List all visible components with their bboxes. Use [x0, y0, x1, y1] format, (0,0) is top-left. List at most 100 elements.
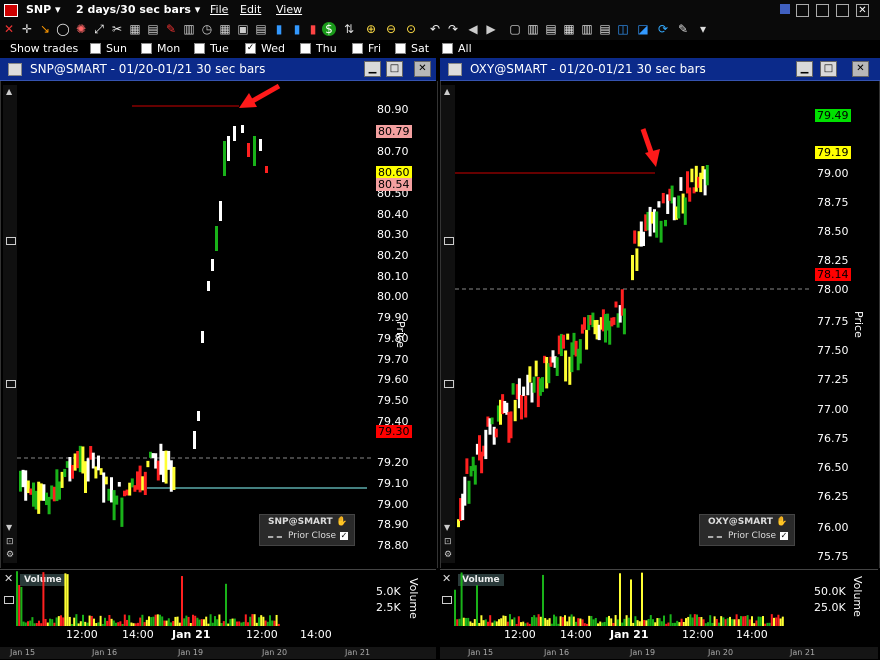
volume-bar: [495, 621, 498, 626]
settings-icon[interactable]: ✺: [74, 22, 88, 36]
volume-collapse-icon[interactable]: [4, 596, 14, 604]
oxy-navigation-strip[interactable]: Jan 15 Jan 16 Jan 19 Jan 20 Jan 21: [440, 647, 878, 659]
zoom-in-icon[interactable]: ⊕: [364, 22, 378, 36]
link-icon[interactable]: ◪: [636, 22, 650, 36]
zoom-out-icon[interactable]: ⊖: [384, 22, 398, 36]
window-minimize-icon[interactable]: [816, 4, 829, 17]
scroll-handle-bottom[interactable]: [444, 380, 454, 388]
clock-icon[interactable]: ◷: [200, 22, 214, 36]
lock-icon[interactable]: ⊡: [444, 537, 452, 547]
print-icon[interactable]: ▤: [146, 22, 160, 36]
scroll-handle-bottom[interactable]: [6, 380, 16, 388]
snp-minimize-button[interactable]: ▁: [364, 61, 381, 77]
menu-file[interactable]: File: [210, 3, 228, 16]
bar-chart-icon[interactable]: ▮: [272, 22, 286, 36]
snp-pane-scrollbar[interactable]: ▲ ▼ ⊡ ⚙: [3, 85, 17, 563]
volume-bar: [123, 614, 126, 626]
forward-icon[interactable]: ▶: [484, 22, 498, 36]
prior-close-checkbox[interactable]: ✓: [340, 532, 348, 540]
wrench-icon[interactable]: ✎: [676, 22, 690, 36]
redo-icon[interactable]: ↷: [446, 22, 460, 36]
settings-small-icon[interactable]: ⚙: [6, 550, 14, 560]
window-lock-icon[interactable]: [780, 4, 790, 14]
indicator-icon[interactable]: ▮: [306, 22, 320, 36]
rows-icon[interactable]: ▤: [598, 22, 612, 36]
scissors-icon[interactable]: ✂: [110, 22, 124, 36]
window-maximize-icon[interactable]: [836, 4, 849, 17]
trendline-icon[interactable]: ⤢: [92, 22, 106, 36]
window-restore-icon[interactable]: [796, 4, 809, 17]
checkbox-tue[interactable]: [194, 43, 205, 54]
checkbox-thu[interactable]: [300, 43, 311, 54]
volume-bar: [194, 615, 197, 626]
checkbox-all[interactable]: [442, 43, 453, 54]
compare-icon[interactable]: ◫: [616, 22, 630, 36]
page-icon[interactable]: ▤: [544, 22, 558, 36]
legend-config-icon[interactable]: ✋: [336, 517, 347, 527]
volume-close-icon[interactable]: ✕: [4, 572, 13, 585]
interval-dropdown[interactable]: 2 days/30 sec bars ▾: [76, 3, 200, 16]
checkbox-mon[interactable]: [141, 43, 152, 54]
volume-bar: [178, 622, 181, 626]
volume-icon[interactable]: ▮: [290, 22, 304, 36]
edit-icon[interactable]: ✎: [164, 22, 178, 36]
arrows-icon[interactable]: ⇅: [342, 22, 356, 36]
checkbox-sun[interactable]: [90, 43, 101, 54]
symbol-dropdown[interactable]: SNP ▾: [26, 3, 61, 16]
scroll-down-icon[interactable]: ▼: [444, 523, 450, 532]
more-icon[interactable]: ▾: [696, 22, 710, 36]
oxy-price-pane[interactable]: ▲ ▼ ⊡ ⚙ 79.00 78.75 78.50 78.25 78.00 77…: [440, 81, 880, 568]
scroll-down-icon[interactable]: ▼: [6, 523, 12, 532]
volume-bar: [214, 616, 216, 626]
oxy-volume-pane[interactable]: ✕ Volume 50.0K 25.0K Volume 12:00 14:00 …: [440, 569, 878, 648]
scroll-handle-top[interactable]: [444, 237, 454, 245]
grid-view-icon[interactable]: ▦: [562, 22, 576, 36]
scroll-handle-top[interactable]: [6, 237, 16, 245]
prior-close-checkbox[interactable]: ✓: [780, 532, 788, 540]
snp-navigation-strip[interactable]: Jan 15 Jan 16 Jan 19 Jan 20 Jan 21: [0, 647, 436, 659]
back-icon[interactable]: ◀: [466, 22, 480, 36]
checkbox-wed[interactable]: ✓: [245, 43, 256, 54]
calendar-icon[interactable]: ▦: [128, 22, 142, 36]
settings-small-icon[interactable]: ⚙: [444, 550, 452, 560]
table-icon[interactable]: ▥: [182, 22, 196, 36]
select-icon[interactable]: ▢: [508, 22, 522, 36]
grid-icon[interactable]: ▦: [218, 22, 232, 36]
volume-bar: [601, 622, 604, 626]
snp-price-pane[interactable]: ▲ ▼ ⊡ ⚙ 80.90 80.70 80.50 80.40 80.30 80…: [0, 81, 438, 568]
draw-icon[interactable]: ↘: [38, 22, 52, 36]
checkbox-sat[interactable]: [395, 43, 406, 54]
candle-bar: [123, 490, 126, 497]
legend-config-icon[interactable]: ✋: [776, 517, 787, 527]
snp-maximize-button[interactable]: □: [386, 61, 403, 77]
volume-collapse-icon[interactable]: [442, 596, 452, 604]
checkbox-fri[interactable]: [352, 43, 363, 54]
menu-view[interactable]: View: [276, 3, 302, 16]
scroll-up-icon[interactable]: ▲: [6, 87, 12, 96]
oxy-close-button[interactable]: ✕: [852, 61, 869, 77]
lock-icon[interactable]: ⊡: [6, 537, 14, 547]
split-icon[interactable]: ▥: [526, 22, 540, 36]
refresh-icon[interactable]: ⟳: [656, 22, 670, 36]
chart-type-icon[interactable]: ✕: [2, 22, 16, 36]
window-close-icon[interactable]: ✕: [856, 4, 869, 17]
note-icon[interactable]: ▤: [254, 22, 268, 36]
volume-close-icon[interactable]: ✕: [442, 572, 451, 585]
layout-icon[interactable]: ▣: [236, 22, 250, 36]
volume-bar: [198, 619, 201, 626]
menu-edit[interactable]: Edit: [240, 3, 261, 16]
app-menu-icon[interactable]: [4, 4, 18, 17]
dollar-icon[interactable]: $: [322, 22, 336, 36]
circle-icon[interactable]: ◯: [56, 22, 70, 36]
oxy-pane-scrollbar[interactable]: ▲ ▼ ⊡ ⚙: [441, 85, 455, 563]
oxy-minimize-button[interactable]: ▁: [796, 61, 813, 77]
scroll-up-icon[interactable]: ▲: [444, 87, 450, 96]
snp-close-button[interactable]: ✕: [414, 61, 431, 77]
columns-icon[interactable]: ▥: [580, 22, 594, 36]
snp-volume-pane[interactable]: ✕ Volume 5.0K 2.5K Volume 12:00 14:00 Ja…: [0, 569, 436, 648]
undo-icon[interactable]: ↶: [428, 22, 442, 36]
crosshair-icon[interactable]: ✛: [20, 22, 34, 36]
candle-bar: [528, 366, 532, 383]
zoom-icon[interactable]: ⊙: [404, 22, 418, 36]
oxy-maximize-button[interactable]: □: [820, 61, 837, 77]
